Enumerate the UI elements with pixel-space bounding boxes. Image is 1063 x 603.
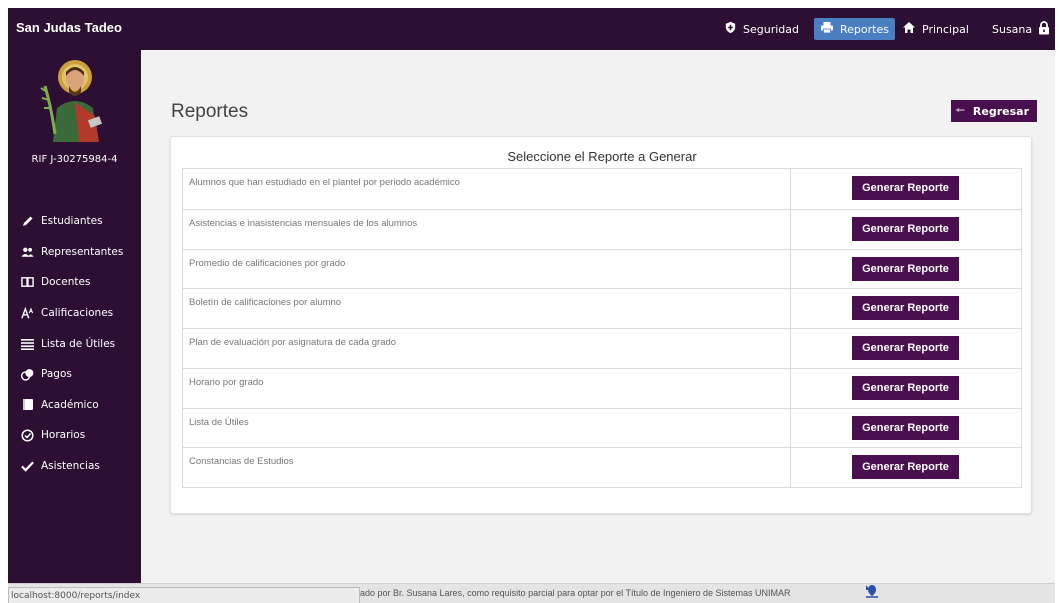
brand-title[interactable]: San Judas Tadeo (16, 20, 122, 35)
map-marker-icon (864, 584, 880, 603)
sidebar-item-label: Representantes (41, 245, 124, 258)
nav-label: Principal (922, 22, 969, 36)
table-row: Horario por grado Generar Reporte (183, 367, 1021, 408)
report-name: Promedio de calificaciones por grado (183, 249, 791, 289)
generate-report-button[interactable]: Generar Reporte (852, 256, 959, 281)
back-button[interactable]: 🠔 Regresar (951, 100, 1037, 122)
report-name: Constancias de Estudios (183, 448, 791, 487)
sidebar-item-horarios[interactable]: Horarios (8, 420, 141, 451)
notebook-icon (21, 398, 34, 411)
sidebar-item-docentes[interactable]: Docentes (8, 267, 141, 298)
sidebar-item-academico[interactable]: Académico (8, 390, 141, 421)
footer: localhost:8000/reports/index ado por Br.… (8, 583, 1055, 603)
generate-report-button[interactable]: Generar Reporte (852, 375, 959, 400)
sidebar-item-estudiantes[interactable]: Estudiantes (8, 206, 141, 237)
table-row: Alumnos que han estudiado en el plantel … (183, 169, 1021, 209)
nav-seguridad[interactable]: Seguridad (718, 18, 805, 40)
main-content: Reportes 🠔 Regresar Seleccione el Report… (141, 50, 1055, 603)
back-button-label: Regresar (972, 104, 1029, 118)
sidebar-item-label: Horarios (41, 429, 86, 442)
users-icon (21, 245, 34, 258)
generate-report-button[interactable]: Generar Reporte (852, 296, 959, 321)
nav-label: Susana (992, 22, 1033, 36)
table-row: Boletín de calificaciones por alumno Gen… (183, 288, 1021, 328)
table-row: Asistencias e inasistencias mensuales de… (183, 208, 1021, 249)
table-row: Plan de evaluación por asignatura de cad… (183, 328, 1021, 368)
sidebar-item-label: Asistencias (41, 460, 100, 473)
nav-user-susana[interactable]: Susana (986, 18, 1055, 40)
table-row: Promedio de calificaciones por grado Gen… (183, 248, 1021, 289)
report-name: Boletín de calificaciones por alumno (183, 289, 791, 328)
report-name: Plan de evaluación por asignatura de cad… (183, 329, 791, 368)
sidebar-item-label: Lista de Útiles (41, 337, 116, 350)
footer-credits: ado por Br. Susana Lares, como requisito… (360, 588, 791, 598)
sidebar-item-label: Calificaciones (41, 307, 114, 320)
nav-principal[interactable]: Principal (896, 18, 975, 40)
sidebar-item-calificaciones[interactable]: Calificaciones (8, 298, 141, 329)
sidebar-item-label: Pagos (41, 368, 72, 381)
pencil-icon (21, 215, 34, 228)
sidebar-menu: Estudiantes Representantes Docentes Cali… (8, 206, 141, 481)
report-name: Horario por grado (183, 368, 791, 408)
home-icon (902, 21, 916, 37)
coins-icon (21, 368, 34, 381)
generate-report-button[interactable]: Generar Reporte (852, 455, 959, 480)
reports-table: Alumnos que han estudiado en el plantel … (182, 168, 1022, 488)
app-window: San Judas Tadeo Seguridad Reportes Princ… (8, 8, 1055, 603)
report-name: Alumnos que han estudiado en el plantel … (183, 169, 791, 209)
sidebar-item-asistencias[interactable]: Asistencias (8, 451, 141, 482)
printer-icon (820, 21, 834, 37)
report-name: Asistencias e inasistencias mensuales de… (183, 209, 791, 249)
table-row: Constancias de Estudios Generar Reporte (183, 447, 1021, 487)
lock-icon (1038, 20, 1050, 38)
sidebar-item-label: Estudiantes (41, 215, 103, 228)
table-row: Lista de Útiles Generar Reporte (183, 407, 1021, 448)
saint-portrait (39, 56, 111, 142)
page-title: Reportes (171, 101, 249, 122)
generate-report-button[interactable]: Generar Reporte (852, 415, 959, 440)
generate-report-button[interactable]: Generar Reporte (852, 216, 959, 241)
nav-reportes[interactable]: Reportes (814, 18, 895, 40)
book-icon (21, 276, 34, 289)
shield-icon (724, 21, 737, 37)
arrow-left-icon: 🠔 (955, 103, 965, 117)
check-icon (21, 460, 34, 473)
sidebar-item-label: Docentes (41, 276, 91, 289)
rif-text: RIF J-30275984-4 (31, 154, 118, 165)
nav-label: Reportes (840, 22, 889, 36)
sidebar-item-label: Académico (41, 398, 99, 411)
sidebar-item-representantes[interactable]: Representantes (8, 237, 141, 268)
panel-title: Seleccione el Reporte a Generar (507, 149, 697, 164)
list-icon (21, 337, 34, 350)
top-navbar: San Judas Tadeo Seguridad Reportes Princ… (8, 8, 1055, 50)
generate-report-button[interactable]: Generar Reporte (852, 176, 959, 200)
report-name: Lista de Útiles (183, 408, 791, 448)
font-size-icon (21, 306, 34, 320)
generate-report-button[interactable]: Generar Reporte (852, 336, 959, 360)
sidebar-item-lista-utiles[interactable]: Lista de Útiles (8, 328, 141, 359)
status-bar-url: localhost:8000/reports/index (8, 587, 360, 603)
sidebar-item-pagos[interactable]: Pagos (8, 359, 141, 390)
reports-panel: Seleccione el Reporte a Generar Alumnos … (170, 136, 1032, 514)
nav-label: Seguridad (743, 22, 799, 36)
clock-icon (21, 429, 34, 442)
sidebar: RIF J-30275984-4 Estudiantes Representan… (8, 50, 141, 603)
